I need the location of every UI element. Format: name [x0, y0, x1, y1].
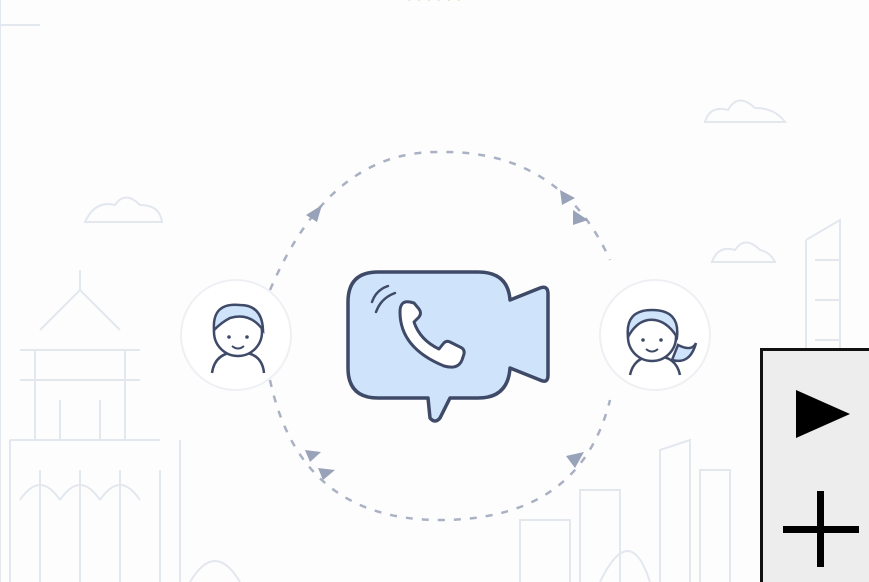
- play-icon: [796, 390, 850, 438]
- plus-icon: [783, 491, 859, 567]
- background-scene: [0, 0, 841, 582]
- arrow-top-right-icon-a: [560, 190, 575, 205]
- add-button[interactable]: [763, 479, 869, 579]
- call-illustration-screen: · · · · · ·: [0, 0, 869, 582]
- video-call-icon: [346, 270, 550, 423]
- male-user-icon: [180, 279, 292, 391]
- arrow-bottom-left-icon-a: [305, 450, 321, 462]
- play-button[interactable]: [763, 369, 869, 459]
- control-panel: [760, 348, 869, 582]
- arrow-top-right-icon-b: [573, 210, 588, 225]
- female-user-icon: [599, 279, 711, 391]
- arrow-bottom-right-icon: [566, 452, 584, 468]
- arrow-top-left-icon: [306, 205, 322, 222]
